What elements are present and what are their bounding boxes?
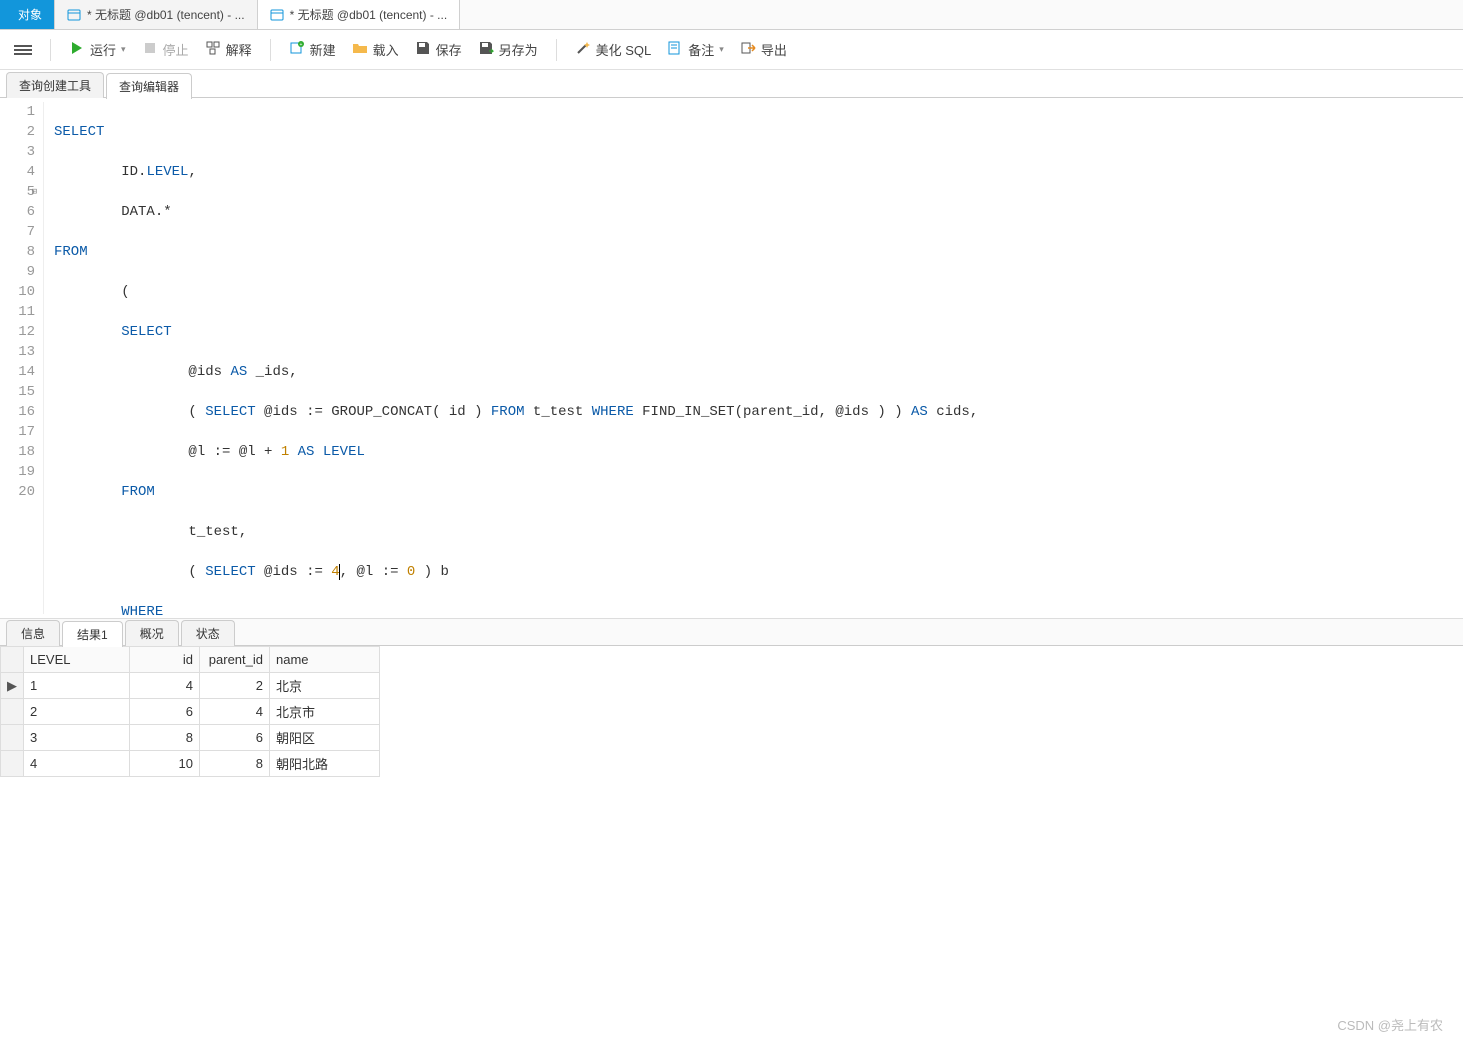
tab-profile[interactable]: 概况 [125, 620, 179, 646]
explain-label: 解释 [226, 40, 252, 59]
beautify-label: 美化 SQL [596, 40, 652, 59]
table-row[interactable]: ▶142北京 [1, 673, 380, 699]
notes-label: 备注 [688, 40, 714, 59]
stop-icon [142, 40, 158, 59]
editor-tabs: 查询创建工具 查询编辑器 [0, 70, 1463, 98]
wand-icon [575, 40, 591, 59]
sql-editor[interactable]: 1234 5⊟ 678910 1112131415 1617181920 SEL… [0, 98, 1463, 618]
explain-icon [205, 40, 221, 59]
load-button[interactable]: 载入 [346, 36, 405, 63]
result-grid-wrap: LEVEL id parent_id name ▶142北京 264北京市 38… [0, 646, 1463, 777]
col-name[interactable]: name [270, 647, 380, 673]
explain-button[interactable]: 解释 [199, 36, 258, 63]
run-button[interactable]: 运行 ▾ [63, 36, 132, 63]
save-icon [415, 40, 431, 59]
new-button[interactable]: + 新建 [283, 36, 342, 63]
menu-button[interactable] [8, 39, 38, 61]
tab-objects[interactable]: 对象 [0, 0, 55, 29]
separator [50, 39, 51, 61]
beautify-button[interactable]: 美化 SQL [569, 36, 658, 63]
svg-text:+: + [299, 42, 302, 48]
window-tab-bar: 对象 * 无标题 @db01 (tencent) - ... * 无标题 @db… [0, 0, 1463, 30]
tab-result-1[interactable]: 结果1 [62, 621, 123, 647]
result-tabs: 信息 结果1 概况 状态 [0, 618, 1463, 646]
tab-label: * 无标题 @db01 (tencent) - ... [87, 6, 245, 23]
tab-query-editor[interactable]: 查询编辑器 [106, 73, 192, 99]
row-pointer-icon: ▶ [1, 673, 24, 699]
chevron-down-icon: ▾ [121, 44, 126, 55]
stop-button[interactable]: 停止 [136, 36, 195, 63]
play-icon [69, 40, 85, 59]
run-label: 运行 [90, 40, 116, 59]
save-button[interactable]: 保存 [409, 36, 468, 63]
col-parent-id[interactable]: parent_id [200, 647, 270, 673]
separator [270, 39, 271, 61]
tab-label: 对象 [18, 6, 42, 23]
tab-query-builder[interactable]: 查询创建工具 [6, 72, 104, 98]
save-as-icon [478, 40, 494, 59]
save-label: 保存 [436, 40, 462, 59]
folder-icon [352, 40, 368, 59]
col-level[interactable]: LEVEL [24, 647, 130, 673]
toolbar: 运行 ▾ 停止 解释 + 新建 载入 保存 另存为 美化 SQL 备注 ▾ 导出 [0, 30, 1463, 70]
fold-icon[interactable]: ⊟ [32, 182, 37, 202]
new-label: 新建 [310, 40, 336, 59]
notes-button[interactable]: 备注 ▾ [661, 36, 730, 63]
tab-query-2[interactable]: * 无标题 @db01 (tencent) - ... [258, 0, 461, 29]
tab-status[interactable]: 状态 [181, 620, 235, 646]
save-as-button[interactable]: 另存为 [472, 36, 544, 63]
tab-query-1[interactable]: * 无标题 @db01 (tencent) - ... [55, 0, 258, 29]
watermark: CSDN @尧上有农 [1337, 1015, 1443, 1034]
table-row[interactable]: 4108朝阳北路 [1, 751, 380, 777]
export-button[interactable]: 导出 [734, 36, 793, 63]
hamburger-icon [14, 43, 32, 57]
col-id[interactable]: id [130, 647, 200, 673]
export-icon [740, 40, 756, 59]
query-icon [67, 8, 81, 22]
result-rows: ▶142北京 264北京市 386朝阳区 4108朝阳北路 [1, 673, 380, 777]
save-as-label: 另存为 [499, 40, 538, 59]
result-grid[interactable]: LEVEL id parent_id name ▶142北京 264北京市 38… [0, 646, 380, 777]
notes-icon [667, 40, 683, 59]
line-number-gutter: 1234 5⊟ 678910 1112131415 1617181920 [0, 102, 44, 614]
load-label: 载入 [373, 40, 399, 59]
separator [556, 39, 557, 61]
tab-info[interactable]: 信息 [6, 620, 60, 646]
row-selector-header[interactable] [1, 647, 24, 673]
stop-label: 停止 [163, 40, 189, 59]
table-row[interactable]: 386朝阳区 [1, 725, 380, 751]
chevron-down-icon: ▾ [719, 44, 724, 55]
tab-label: * 无标题 @db01 (tencent) - ... [290, 6, 448, 23]
export-label: 导出 [761, 40, 787, 59]
query-icon [270, 8, 284, 22]
new-icon: + [289, 40, 305, 59]
table-row[interactable]: 264北京市 [1, 699, 380, 725]
code-content[interactable]: SELECT ID.LEVEL, DATA.* FROM ( SELECT @i… [44, 102, 978, 614]
